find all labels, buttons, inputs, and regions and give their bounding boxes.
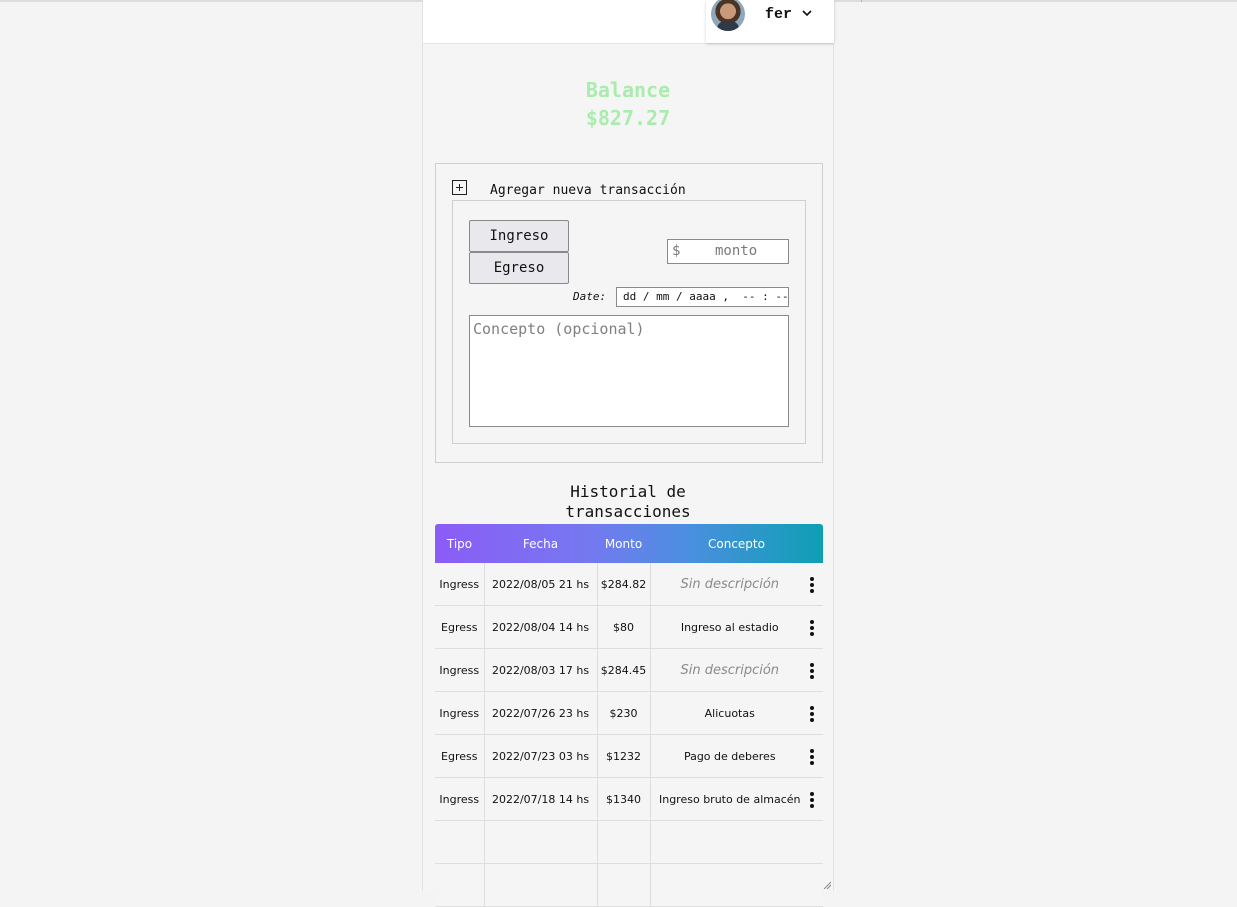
cell-tipo: Egress: [435, 734, 485, 778]
concepto-text: Pago de deberes: [683, 749, 776, 763]
cell-concepto: Sin descripción: [650, 563, 823, 606]
table-row: Egress 2022/08/04 14 hs $80 Ingreso al esta…: [435, 605, 823, 649]
concepto-text: Ingreso al estadio: [680, 620, 779, 634]
username: fer: [765, 6, 793, 23]
cell-monto: $284.82: [597, 563, 651, 606]
cell-concepto: Sin descripción: [650, 648, 823, 692]
chevron-down-icon[interactable]: [800, 6, 814, 20]
currency-prefix: $: [672, 243, 681, 259]
empty-cell: [435, 863, 485, 907]
cell-tipo: Ingress: [435, 691, 485, 735]
ingreso-button[interactable]: Ingreso: [469, 220, 569, 252]
cell-concepto: Pago de deberes: [650, 734, 823, 778]
cell-tipo: Ingress: [435, 777, 485, 821]
user-menu[interactable]: fer: [706, 0, 834, 43]
top-header: fer: [423, 0, 834, 44]
more-options-icon[interactable]: [810, 792, 814, 808]
cell-fecha: 2022/07/18 14 hs: [484, 777, 598, 821]
column-header-fecha: Fecha: [522, 536, 559, 551]
table-row-empty: [435, 863, 823, 907]
table-row: Egress 2022/07/23 03 hs $1232 Pago de deber…: [435, 734, 823, 778]
cell-tipo: Ingress: [435, 563, 485, 606]
concepto-text: Sin descripción: [680, 662, 780, 678]
avatar: [711, 0, 745, 31]
divider: [861, 0, 862, 2]
more-options-icon[interactable]: [810, 577, 814, 593]
transaction-form: Ingreso Egreso $ monto Date: dd / mm / a…: [452, 200, 806, 444]
balance-amount: $827.27: [585, 106, 671, 130]
cell-tipo: Egress: [435, 605, 485, 649]
cell-monto: $1232: [597, 734, 651, 778]
empty-cell: [597, 820, 651, 864]
resize-handle-icon[interactable]: [823, 881, 831, 889]
cell-tipo: Ingress: [435, 648, 485, 692]
column-header-tipo: Tipo: [446, 536, 473, 551]
empty-cell: [484, 820, 598, 864]
monto-input[interactable]: $ monto: [667, 239, 789, 264]
table-row: Ingress 2022/07/26 23 hs $230 Alicuotas: [435, 691, 823, 735]
concepto-textarea[interactable]: Concepto (opcional): [469, 315, 789, 427]
balance-label: Balance: [585, 78, 671, 102]
concepto-text: Ingreso bruto de almacén: [658, 792, 801, 806]
table-row: Ingress 2022/08/05 21 hs $284.82 Sin descri…: [435, 563, 823, 606]
empty-cell: [435, 820, 485, 864]
more-options-icon[interactable]: [810, 620, 814, 636]
date-label: Date:: [573, 290, 607, 303]
balance-display: Balance $827.27: [423, 76, 833, 132]
empty-cell: [484, 863, 598, 907]
monto-placeholder: monto: [715, 243, 758, 259]
empty-cell: [650, 820, 823, 864]
concepto-text: Alicuotas: [704, 706, 755, 720]
more-options-icon[interactable]: [810, 706, 814, 722]
more-options-icon[interactable]: [810, 749, 814, 765]
cell-monto: $284.45: [597, 648, 651, 692]
date-input[interactable]: dd / mm / aaaa , -- : --: [616, 287, 789, 307]
cell-fecha: 2022/07/23 03 hs: [484, 734, 598, 778]
concepto-text: Sin descripción: [680, 576, 780, 592]
cell-concepto: Ingreso al estadio: [650, 605, 823, 649]
table-row: Ingress 2022/07/18 14 hs $1340 Ingreso brut…: [435, 777, 823, 821]
cell-concepto: Ingreso bruto de almacén: [650, 777, 823, 821]
empty-cell: [650, 863, 823, 907]
cell-monto: $230: [597, 691, 651, 735]
cell-fecha: 2022/08/05 21 hs: [484, 563, 598, 606]
history-title-line: Historial de: [570, 482, 686, 501]
add-transaction-panel: Agregar nueva transacción Ingreso Egreso…: [435, 163, 823, 463]
history-title-line: transacciones: [565, 502, 691, 521]
column-header-monto: Monto: [604, 536, 643, 551]
cell-fecha: 2022/08/04 14 hs: [484, 605, 598, 649]
more-options-icon[interactable]: [810, 663, 814, 679]
cell-fecha: 2022/08/03 17 hs: [484, 648, 598, 692]
table-header-row: Tipo Fecha Monto Concepto: [435, 524, 823, 563]
app-container: fer Balance $827.27 Agregar nueva transa…: [422, 0, 834, 907]
table-row-empty: [435, 820, 823, 864]
empty-cell: [597, 863, 651, 907]
cell-concepto: Alicuotas: [650, 691, 823, 735]
plus-icon[interactable]: [452, 180, 467, 195]
transactions-table: Tipo Fecha Monto Concepto Ingress 2022/08…: [435, 524, 823, 907]
cell-fecha: 2022/07/26 23 hs: [484, 691, 598, 735]
table-row: Ingress 2022/08/03 17 hs $284.45 Sin descri…: [435, 648, 823, 692]
history-title: Historial de transacciones: [423, 482, 833, 522]
cell-monto: $80: [597, 605, 651, 649]
egreso-button[interactable]: Egreso: [469, 252, 569, 284]
cell-monto: $1340: [597, 777, 651, 821]
add-transaction-title: Agregar nueva transacción: [490, 183, 686, 198]
column-header-concepto: Concepto: [708, 536, 765, 551]
